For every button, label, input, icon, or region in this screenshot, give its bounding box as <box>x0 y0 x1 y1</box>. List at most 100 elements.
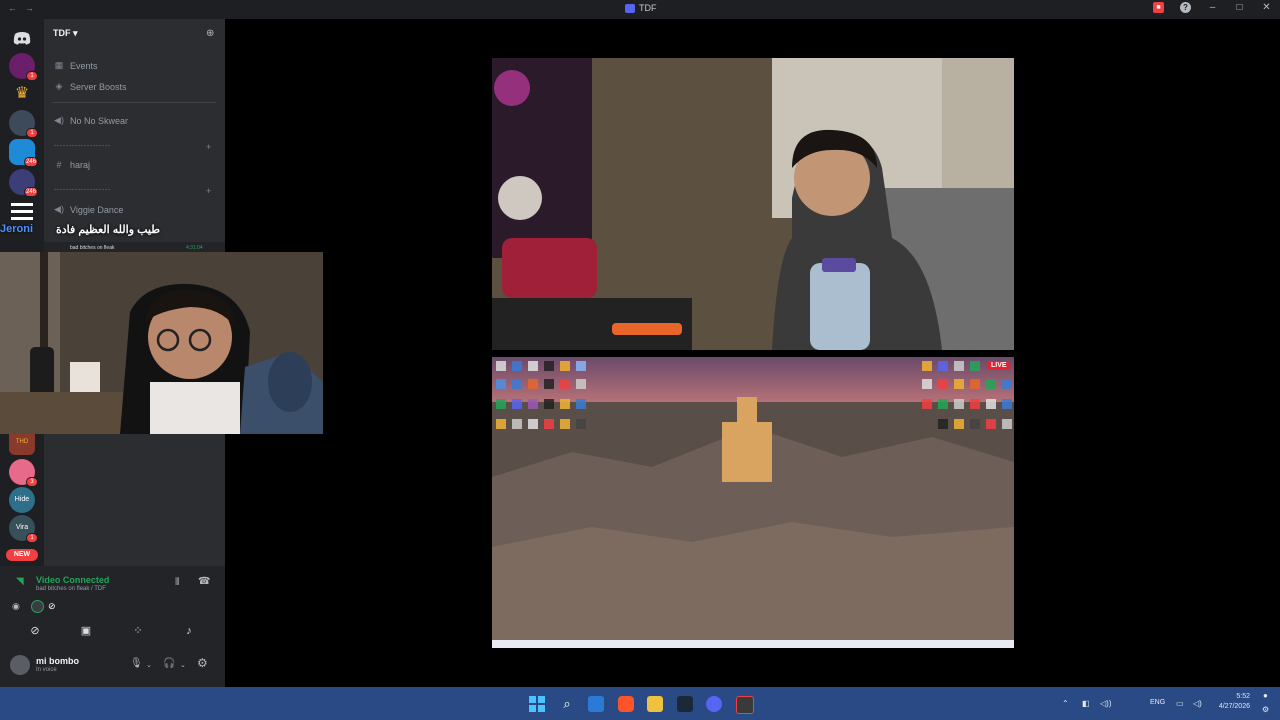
tray-app-icon[interactable]: ◧ <box>1082 699 1090 708</box>
channel-haraj[interactable]: # haraj <box>54 160 90 170</box>
server-name[interactable]: TDF ▾ <box>53 28 78 39</box>
unread-badge: 246 <box>23 187 38 197</box>
activities-icon[interactable]: ⁘ <box>131 625 145 637</box>
participant-avatar[interactable]: ◉ <box>12 601 20 612</box>
webcam-image <box>0 252 323 434</box>
create-channel-icon[interactable]: + <box>206 186 211 196</box>
inbox-icon[interactable]: ■ <box>1153 2 1164 13</box>
stream-screen-image <box>492 357 1014 648</box>
avatar[interactable] <box>10 655 30 675</box>
divider <box>52 102 216 103</box>
windows-start-icon[interactable] <box>529 696 545 712</box>
maximize-button[interactable]: □ <box>1234 2 1245 13</box>
participant-avatar[interactable] <box>31 600 44 613</box>
overlay-speaker-name: Jeroni <box>0 223 34 235</box>
minimize-button[interactable]: – <box>1207 2 1218 13</box>
channel-viggie-dance[interactable]: ◀) Viggie Dance <box>54 204 123 215</box>
server-icon-1[interactable]: 1 <box>9 53 38 81</box>
steam-icon[interactable] <box>677 696 693 712</box>
striped-server-icon[interactable] <box>9 199 35 225</box>
obs-icon[interactable] <box>736 696 754 714</box>
clock[interactable]: 5:52 4/27/2026 <box>1206 692 1250 712</box>
unread-badge: 1 <box>26 71 38 81</box>
network-icon[interactable]: ▭ <box>1176 699 1184 708</box>
overlay-timer: 4:31:04 <box>186 245 203 251</box>
participant-avatar[interactable]: ⊘ <box>48 601 56 612</box>
window-title-text: TDF <box>639 3 657 13</box>
help-icon[interactable]: ? <box>1180 2 1191 13</box>
create-channel-icon[interactable]: + <box>206 142 211 152</box>
stream-camera-image <box>492 58 1014 350</box>
overlay-status-text: bad bitches on fleak <box>70 245 115 251</box>
noise-suppression-icon[interactable]: ⦀ <box>175 577 179 588</box>
headphones-icon[interactable]: 🎧 <box>163 658 175 669</box>
channel-no-no-skwear[interactable]: ◀) No No Skwear <box>54 115 128 126</box>
chevron-down-icon[interactable]: ⌄ <box>180 661 186 669</box>
window-controls: ■ ? – □ ✕ <box>1153 2 1272 13</box>
channel-label: No No Skwear <box>70 115 129 126</box>
taskbar: ⌕ ⌃ ◧ ◁)) ENG ▭ ◁) 5:52 4/27/2026 ● ⚙ <box>0 687 1280 720</box>
channel-label: Viggie Dance <box>70 204 124 215</box>
voice-user-panel: ◥ Video Connected bad bitches on fleak /… <box>0 566 225 687</box>
crown-server-icon[interactable]: ♛ <box>9 81 35 107</box>
calendar-icon: ▦ <box>54 60 64 70</box>
clock-date: 4/27/2026 <box>1218 703 1250 710</box>
soundboard-icon[interactable]: ♪ <box>182 625 196 637</box>
voice-status-subtitle[interactable]: bad bitches on fleak / TDF <box>36 586 106 592</box>
language-indicator[interactable]: ENG <box>1150 699 1165 706</box>
user-status: In voice <box>36 667 57 673</box>
channel-events[interactable]: ▦ Events <box>54 60 98 71</box>
unread-badge: 1 <box>26 128 38 138</box>
server-icon-5[interactable]: 246 <box>9 169 38 197</box>
category-divider[interactable]: ------------------- <box>54 187 111 193</box>
stream-camera-view[interactable] <box>492 58 1014 350</box>
server-icon-vira-label: Vira <box>15 524 29 531</box>
chevron-down-icon[interactable]: ⌄ <box>146 661 152 669</box>
title-bar: ←→ TDF ■ ? – □ ✕ <box>0 0 1280 19</box>
clock-time: 5:52 <box>1236 693 1250 700</box>
server-icon-3[interactable]: 1 <box>9 110 38 138</box>
speaker-icon[interactable]: ◁) <box>1193 699 1202 708</box>
close-button[interactable]: ✕ <box>1261 2 1272 13</box>
server-icon-active[interactable]: 246 <box>9 139 38 167</box>
mic-tray-icon[interactable]: ● <box>1263 691 1268 700</box>
file-explorer-icon[interactable] <box>647 696 663 712</box>
webcam-overlay <box>0 252 323 434</box>
store-icon[interactable] <box>588 696 604 712</box>
gear-icon[interactable]: ⚙ <box>197 656 208 670</box>
server-name-text: TDF <box>53 28 71 38</box>
chevron-up-icon[interactable]: ⌃ <box>1062 699 1069 708</box>
discord-logo-icon <box>625 3 635 13</box>
channel-label: haraj <box>70 160 91 170</box>
screen-share-icon[interactable]: ▣ <box>79 625 93 637</box>
discord-home-icon[interactable] <box>9 25 35 51</box>
signal-icon[interactable]: ◥ <box>16 576 24 587</box>
brave-browser-icon[interactable] <box>618 696 634 712</box>
disconnect-icon[interactable]: ☎ <box>198 576 210 587</box>
invite-people-icon[interactable]: ⊕ <box>206 28 214 39</box>
boost-icon: ◈ <box>55 81 63 91</box>
hash-icon: # <box>56 160 62 170</box>
volume-mixer-icon[interactable]: ◁)) <box>1100 699 1111 708</box>
nav-arrows[interactable]: ←→ <box>8 3 42 13</box>
channel-label: Events <box>70 60 98 71</box>
window-title: TDF <box>625 3 657 13</box>
category-divider[interactable]: ------------------- <box>54 143 111 149</box>
voice-status-title[interactable]: Video Connected <box>36 575 109 585</box>
server-icon-vira[interactable]: Vira 1 <box>9 515 38 543</box>
server-icon-pink[interactable]: 3 <box>9 459 38 487</box>
channel-label: Server Boosts <box>70 81 127 92</box>
search-icon[interactable]: ⌕ <box>559 696 575 712</box>
camera-off-icon[interactable]: ⊘ <box>28 625 42 637</box>
channel-server-boosts[interactable]: ◈ Server Boosts <box>54 81 127 92</box>
server-icon-hide[interactable]: Hide <box>9 487 35 513</box>
discord-taskbar-icon[interactable] <box>706 696 722 712</box>
stream-screen-view[interactable] <box>492 357 1014 648</box>
new-badge: NEW <box>6 549 38 561</box>
overlay-message: طيب والله العظيم فادة <box>56 224 160 236</box>
unread-badge: 3 <box>26 477 38 487</box>
notifications-icon[interactable]: ⚙ <box>1262 705 1269 714</box>
speaker-icon: ◀) <box>54 204 64 214</box>
username[interactable]: mi bombo <box>36 656 79 666</box>
microphone-icon[interactable]: 🎙 <box>130 658 143 669</box>
